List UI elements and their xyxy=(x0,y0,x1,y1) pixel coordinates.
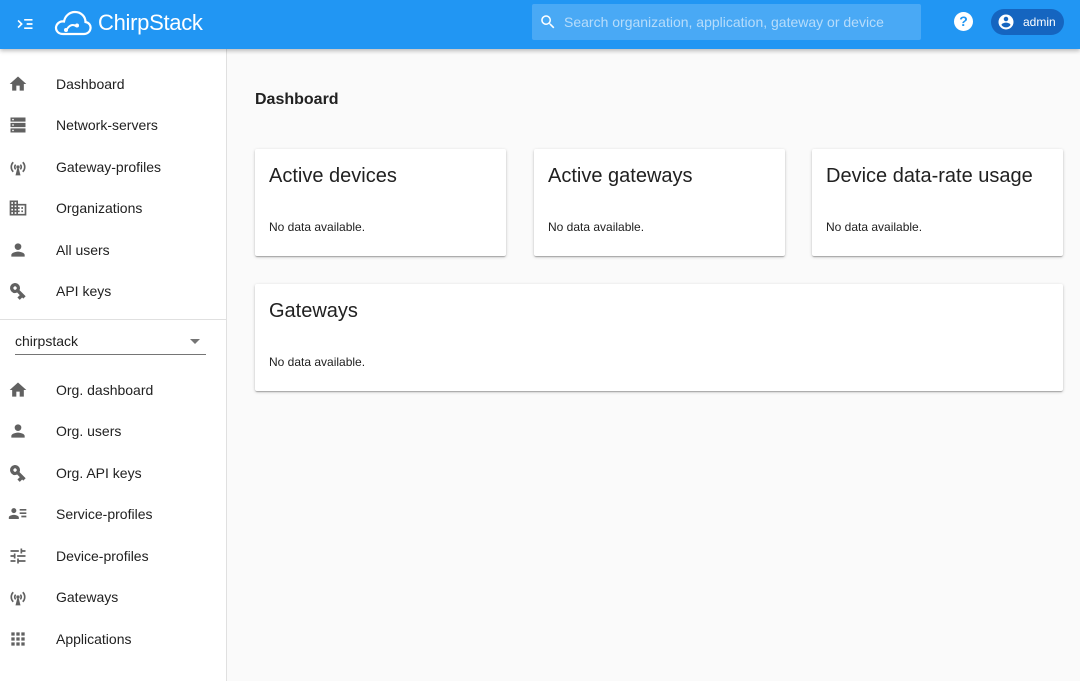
user-name: admin xyxy=(1023,15,1056,29)
card-title: Active gateways xyxy=(548,165,693,187)
sidebar-item-label: Gateways xyxy=(56,589,119,605)
sidebar-item-api-keys[interactable]: API keys xyxy=(0,271,226,311)
sidebar-item-service-profiles[interactable]: Service-profiles xyxy=(0,494,226,534)
sidebar-divider xyxy=(0,319,226,320)
sidebar-item-gateway-profiles[interactable]: Gateway-profiles xyxy=(0,147,226,187)
card-title: Device data-rate usage xyxy=(826,165,1033,187)
sidebar-item-all-users[interactable]: All users xyxy=(0,230,226,270)
sidebar-item-label: Org. dashboard xyxy=(56,382,154,398)
search-box[interactable] xyxy=(532,4,921,40)
sidebar-item-label: Dashboard xyxy=(56,76,125,92)
menu-open-icon xyxy=(17,19,33,29)
chevron-down-icon xyxy=(190,339,200,344)
key-icon xyxy=(8,463,28,483)
home-icon xyxy=(8,74,28,94)
sidebar-item-org-api-keys[interactable]: Org. API keys xyxy=(0,453,226,493)
sidebar-item-label: Organizations xyxy=(56,200,143,216)
sidebar-item-network-servers[interactable]: Network-servers xyxy=(0,105,226,145)
search-input[interactable] xyxy=(564,14,914,30)
key-icon xyxy=(8,281,28,301)
organization-select-value: chirpstack xyxy=(15,333,79,349)
person-icon xyxy=(8,240,28,260)
sidebar-item-organizations[interactable]: Organizations xyxy=(0,188,226,228)
sidebar-item-applications[interactable]: Applications xyxy=(0,619,226,659)
card-empty-message: No data available. xyxy=(826,220,923,234)
radio-tower-icon xyxy=(8,587,28,607)
sidebar-item-gateways[interactable]: Gateways xyxy=(0,577,226,617)
card-title: Active devices xyxy=(269,165,397,187)
gateways-map-card: Gateways No data available. xyxy=(255,284,1063,391)
card-title: Gateways xyxy=(269,300,358,322)
user-menu-button[interactable]: admin xyxy=(991,9,1064,35)
sidebar-item-label: Org. API keys xyxy=(56,465,142,481)
account-details-icon xyxy=(8,504,28,524)
page-title: Dashboard xyxy=(255,91,339,108)
account-circle-icon xyxy=(998,14,1014,30)
sidebar-item-label: Device-profiles xyxy=(56,548,149,564)
active-gateways-card: Active gateways No data available. xyxy=(534,149,785,256)
tune-icon xyxy=(8,546,28,566)
brand-name: ChirpStack xyxy=(98,10,203,35)
card-empty-message: No data available. xyxy=(269,220,366,234)
sidebar-item-device-profiles[interactable]: Device-profiles xyxy=(0,536,226,576)
sidebar-item-label: Applications xyxy=(56,631,132,647)
brand-logo[interactable]: ChirpStack xyxy=(54,6,203,40)
help-icon[interactable]: ? xyxy=(954,12,973,31)
sidebar-item-label: Network-servers xyxy=(56,117,158,133)
radio-tower-icon xyxy=(8,157,28,177)
sidebar-item-org-dashboard[interactable]: Org. dashboard xyxy=(0,370,226,410)
server-icon xyxy=(8,115,28,135)
domain-icon xyxy=(8,198,28,218)
sidebar-item-label: Org. users xyxy=(56,423,122,439)
sidebar-item-label: All users xyxy=(56,242,110,258)
card-empty-message: No data available. xyxy=(548,220,645,234)
apps-grid-icon xyxy=(8,629,28,649)
sidebar-item-label: API keys xyxy=(56,283,112,299)
home-icon xyxy=(8,380,28,400)
device-data-rate-usage-card: Device data-rate usage No data available… xyxy=(812,149,1063,256)
sidebar-item-org-users[interactable]: Org. users xyxy=(0,411,226,451)
active-devices-card: Active devices No data available. xyxy=(255,149,506,256)
organization-select[interactable]: chirpstack xyxy=(15,327,206,355)
cloud-logo-icon xyxy=(54,10,92,36)
collapse-menu-button[interactable] xyxy=(12,11,38,37)
sidebar-item-dashboard[interactable]: Dashboard xyxy=(0,64,226,104)
top-app-bar: ChirpStack ? admin xyxy=(0,0,1080,49)
sidebar: Dashboard Network-servers Gateway-profil… xyxy=(0,49,227,681)
sidebar-item-label: Service-profiles xyxy=(56,506,153,522)
sidebar-item-label: Gateway-profiles xyxy=(56,159,162,175)
person-icon xyxy=(8,421,28,441)
search-icon xyxy=(541,15,555,29)
card-empty-message: No data available. xyxy=(269,355,366,369)
